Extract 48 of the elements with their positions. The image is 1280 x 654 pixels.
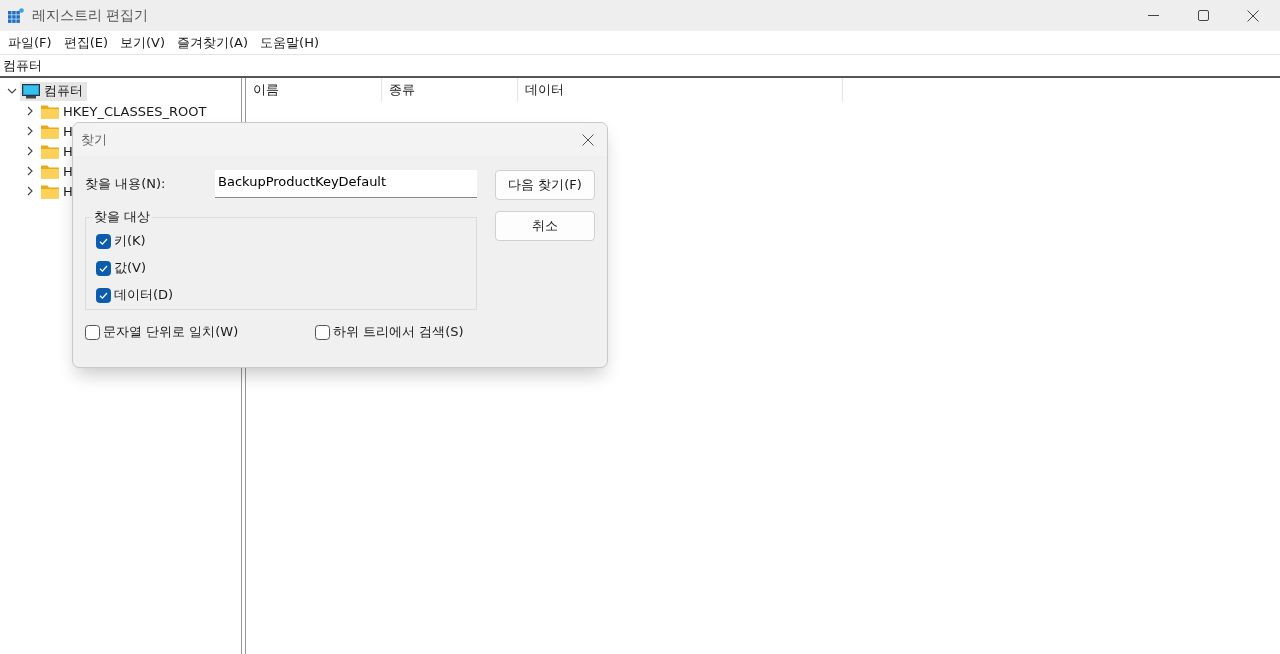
checkbox-label[interactable]: 값(V) xyxy=(114,259,147,277)
folder-icon xyxy=(41,183,59,199)
checkbox[interactable] xyxy=(315,324,330,340)
checkbox[interactable] xyxy=(96,287,111,303)
folder-icon xyxy=(41,143,59,159)
dialog-button[interactable]: 취소 xyxy=(495,211,595,241)
computer-icon xyxy=(22,83,40,99)
menu-item[interactable]: 파일(F) xyxy=(2,33,58,52)
chevron-right-icon[interactable] xyxy=(25,166,35,176)
tree-item[interactable]: H xyxy=(63,163,73,179)
group-title: 찾을 대상 xyxy=(93,208,152,226)
close-icon[interactable] xyxy=(1247,9,1259,22)
field-label: 찾을 내용(N): xyxy=(85,175,166,193)
folder-icon xyxy=(41,163,59,179)
folder-icon xyxy=(41,103,59,119)
checkbox[interactable] xyxy=(96,233,111,249)
dialog-button[interactable]: 다음 찾기(F) xyxy=(495,170,595,200)
tree-item[interactable]: H xyxy=(63,183,73,199)
chevron-right-icon[interactable] xyxy=(25,126,35,136)
tree-item[interactable]: HKEY_CLASSES_ROOT xyxy=(63,103,207,119)
menu-item[interactable]: 편집(E) xyxy=(57,33,114,52)
chevron-right-icon[interactable] xyxy=(25,106,35,116)
menu-item[interactable]: 도움말(H) xyxy=(254,33,325,52)
menu-item[interactable]: 보기(V) xyxy=(114,33,172,52)
dialog-title: 찾기 xyxy=(81,130,107,149)
column-header[interactable]: 데이터 xyxy=(518,78,843,102)
checkbox-label[interactable]: 하위 트리에서 검색(S) xyxy=(333,323,464,341)
column-header[interactable]: 종류 xyxy=(382,78,518,102)
tree-item[interactable]: H xyxy=(63,123,73,139)
menu-item[interactable]: 즐겨찾기(A) xyxy=(171,33,255,52)
checkbox[interactable] xyxy=(96,260,111,276)
window-title: 레지스트리 편집기 xyxy=(32,6,149,25)
column-header[interactable]: 이름 xyxy=(246,78,382,102)
maximize-icon[interactable] xyxy=(1197,10,1209,21)
close-icon[interactable] xyxy=(582,133,594,146)
tree-item[interactable]: H xyxy=(63,143,73,159)
folder-icon xyxy=(41,123,59,139)
chevron-down-icon[interactable] xyxy=(7,86,17,96)
search-field[interactable]: BackupProductKeyDefault xyxy=(215,170,477,198)
chevron-right-icon[interactable] xyxy=(25,146,35,156)
tree-item[interactable]: 컴퓨터 xyxy=(20,81,87,101)
checkbox-label[interactable]: 데이터(D) xyxy=(114,286,174,304)
address-field[interactable]: 컴퓨터 xyxy=(3,56,42,75)
chevron-right-icon[interactable] xyxy=(25,186,35,196)
app-icon xyxy=(8,7,24,24)
checkbox[interactable] xyxy=(85,324,100,340)
checkbox-label[interactable]: 키(K) xyxy=(114,232,146,250)
checkbox-label[interactable]: 문자열 단위로 일치(W) xyxy=(103,323,239,341)
